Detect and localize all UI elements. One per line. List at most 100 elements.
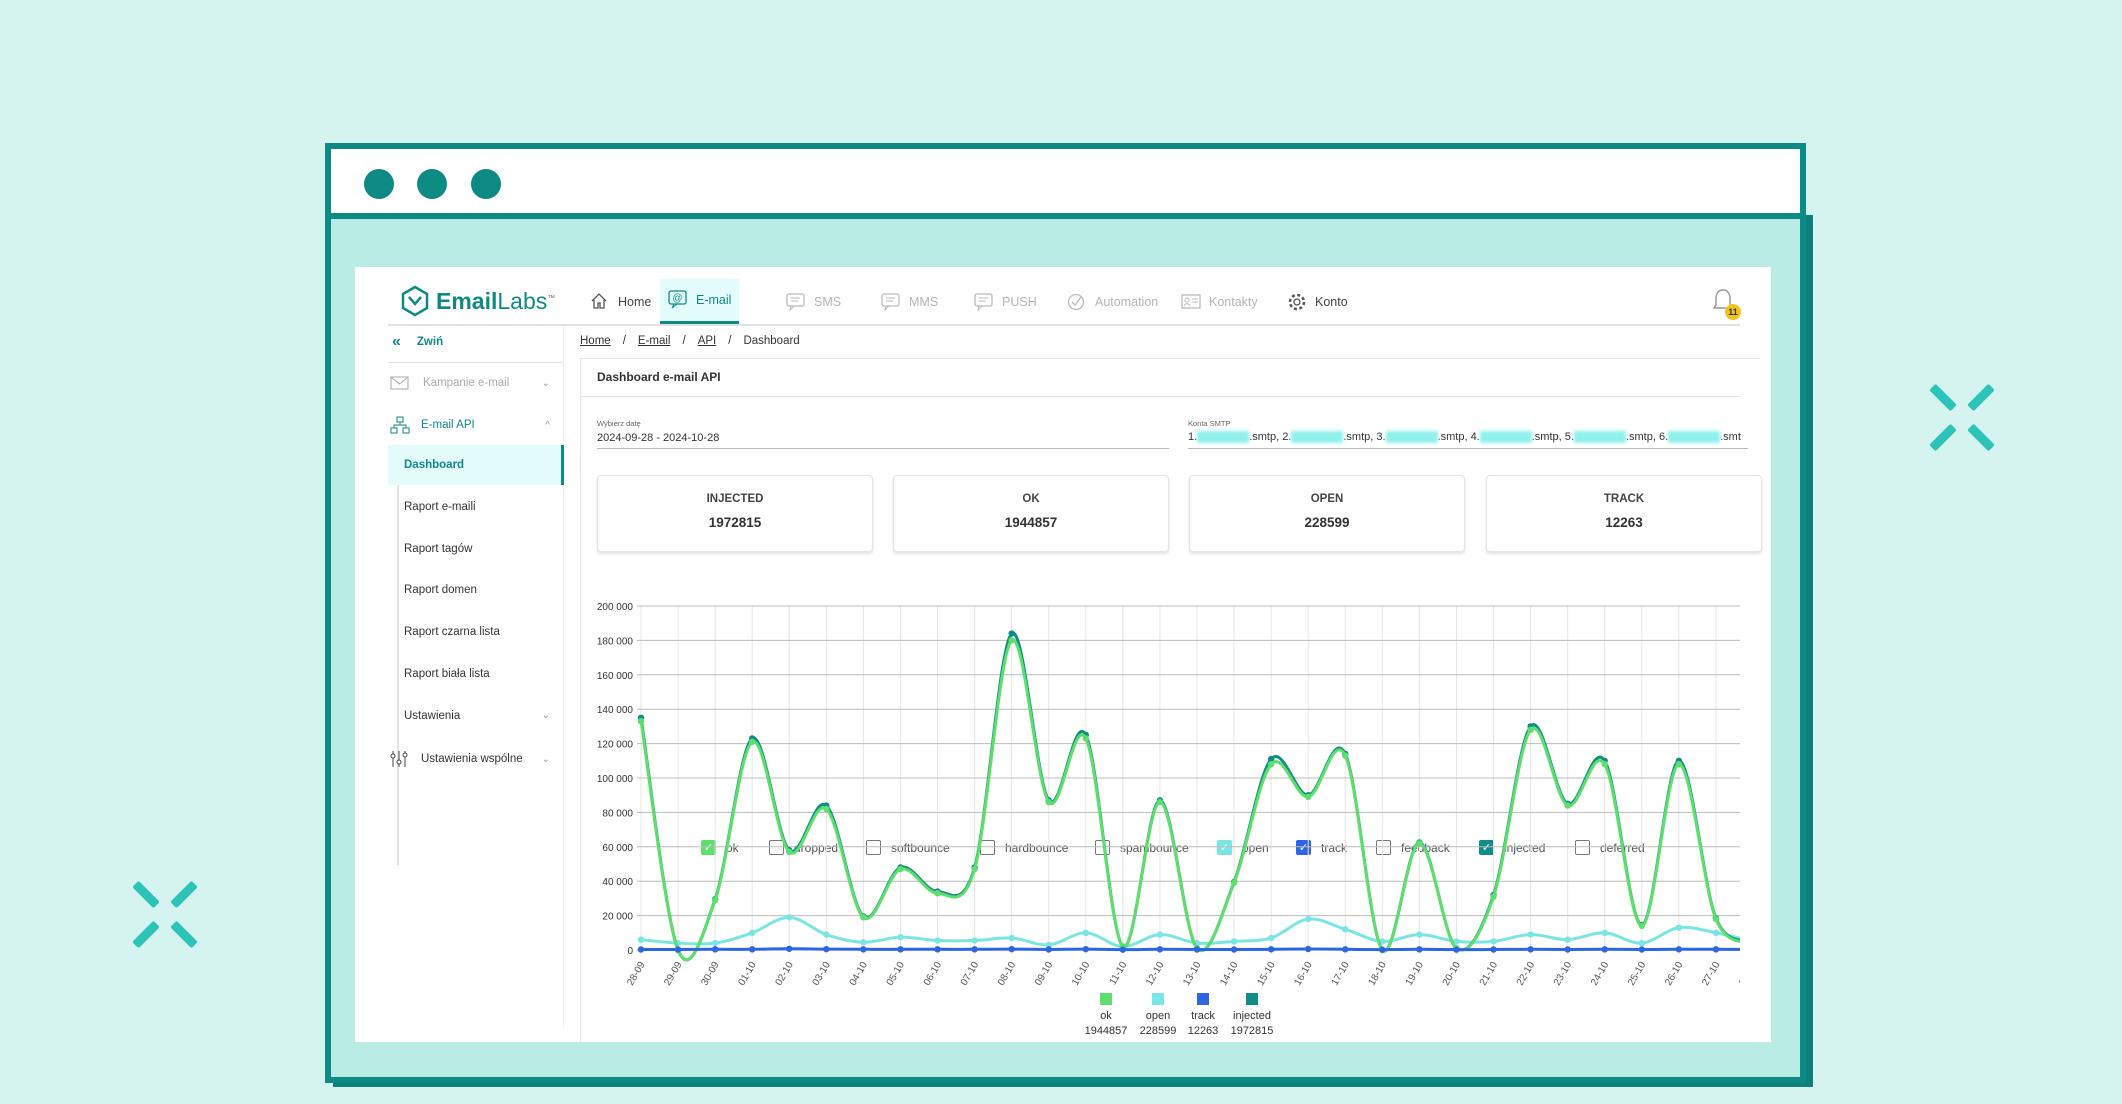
data-point-ok: [1638, 922, 1646, 930]
data-point-track: [1156, 946, 1164, 953]
legend-total-open: 228599: [1140, 1025, 1177, 1037]
notifications-button[interactable]: 11: [1711, 287, 1741, 320]
sidebar-subitem-label: Raport biała lista: [404, 668, 490, 680]
logo-text: Email: [436, 287, 498, 314]
sidebar-item-email-api[interactable]: E-mail API ^: [390, 416, 550, 434]
x-tick-label: 26-10: [1663, 960, 1686, 988]
nav-tab-home[interactable]: Home: [582, 279, 659, 324]
data-point-ok: [1156, 798, 1164, 806]
redacted-smtp-name: [1479, 431, 1532, 444]
x-tick-label: 15-10: [1255, 960, 1278, 988]
smtp-accounts-select[interactable]: Konta SMTP 1. .smtp, 2. .smtp, 3. .smtp, 4.…: [1188, 419, 1748, 449]
breadcrumb-email[interactable]: E-mail: [638, 335, 671, 347]
data-point-track: [1712, 946, 1720, 953]
logo[interactable]: EmailLabs™: [400, 285, 555, 317]
data-point-ok: [1490, 893, 1497, 900]
nav-tab-label: SMS: [814, 294, 842, 309]
x-tick-label: 25-10: [1626, 960, 1649, 988]
smtp-text: .smtp, 2.: [1249, 431, 1292, 443]
data-point-ok: [823, 805, 830, 813]
data-point-open: [934, 937, 941, 944]
data-point-track: [897, 946, 904, 953]
window-dot[interactable]: [417, 169, 447, 199]
date-label: Wybierz datę: [597, 419, 641, 428]
sidebar-subitem-label: Raport czarna lista: [404, 626, 500, 639]
decorative-cross-icon: [1928, 383, 1998, 453]
sidebar-subitem-raport-domen[interactable]: Raport domen: [388, 570, 564, 610]
data-point-open: [1267, 934, 1275, 942]
data-point-track: [860, 946, 867, 953]
breadcrumb-home[interactable]: Home: [580, 335, 611, 347]
nav-tab-label: Home: [618, 294, 652, 309]
card-title-divider: [580, 396, 1740, 397]
stat-label: INJECTED: [706, 493, 764, 505]
redacted-smtp-name: [1197, 431, 1250, 444]
nav-tab-email[interactable]: @ E-mail: [660, 279, 740, 324]
data-point-ok: [934, 890, 941, 897]
y-tick-label: 160 000: [597, 671, 634, 682]
contact-card-icon: [1181, 293, 1201, 309]
y-tick-label: 20 000: [602, 912, 633, 923]
data-point-track: [1305, 945, 1312, 953]
nav-tab-mms[interactable]: MMS: [873, 279, 946, 324]
nav-tab-kontakty[interactable]: Kontakty: [1173, 279, 1266, 324]
nav-tab-automation[interactable]: Automation: [1059, 279, 1166, 324]
data-point-track: [1193, 946, 1201, 953]
x-tick-label: 01-10: [736, 960, 759, 988]
check-circle-icon: [1067, 293, 1085, 310]
sidebar-item-ustawienia-wspolne[interactable]: Ustawienia wspólne ⌄: [390, 750, 550, 768]
data-point-track: [934, 946, 941, 953]
data-point-open: [971, 937, 978, 944]
sidebar-subitem-dashboard[interactable]: Dashboard: [388, 445, 564, 485]
smtp-text: .smtp, 5.: [1531, 431, 1574, 443]
logo-icon: [401, 285, 429, 317]
data-point-open: [1601, 929, 1608, 936]
window-dot[interactable]: [364, 169, 394, 199]
sidebar-subitem-raport-czarna-lista[interactable]: Raport czarna lista: [388, 612, 564, 652]
data-point-open: [1712, 929, 1720, 936]
sidebar-subitem-raport-tag-w[interactable]: Raport tagów: [388, 529, 564, 569]
sidebar-subitem-raport-bia-a-lista[interactable]: Raport biała lista: [388, 654, 564, 694]
sliders-icon: [390, 751, 408, 767]
x-tick-label: 21-10: [1478, 960, 1501, 988]
sidebar-subitem-label: Raport tagów: [404, 542, 473, 555]
nav-tab-label: Automation: [1095, 294, 1159, 309]
x-tick-label: 22-10: [1515, 960, 1538, 988]
legend-total-ok: 1944857: [1085, 1025, 1128, 1037]
nav-tab-push[interactable]: PUSH: [966, 279, 1045, 324]
smtp-text: .smt: [1720, 431, 1741, 443]
x-tick-label: 11-10: [1108, 960, 1130, 987]
data-point-open: [1305, 915, 1312, 923]
data-point-ok: [1082, 735, 1089, 742]
nav-tab-label: Konto: [1315, 294, 1348, 309]
svg-text:@: @: [672, 293, 682, 304]
nav-tab-sms[interactable]: SMS: [778, 279, 849, 324]
data-point-ok: [1045, 798, 1052, 806]
data-point-open: [1230, 938, 1238, 945]
date-picker-input[interactable]: Wybierz datę 2024-09-28 - 2024-10-28: [597, 419, 1169, 449]
legend-swatch-open: [1152, 993, 1164, 1005]
network-icon: [390, 416, 410, 434]
x-tick-label: 28-10: [1737, 960, 1740, 988]
sidebar-collapse-button[interactable]: « Zwiń: [392, 333, 443, 351]
data-point-ok: [1008, 637, 1015, 644]
sidebar-subitem-raport-e-maili[interactable]: Raport e-maili: [388, 487, 564, 527]
legend-total-track: 12263: [1188, 1025, 1219, 1037]
email-at-icon: @: [668, 290, 687, 309]
sidebar-item-kampanie[interactable]: Kampanie e-mail ⌄: [390, 375, 550, 391]
breadcrumb-api[interactable]: API: [698, 335, 717, 347]
redacted-smtp-name: [1385, 431, 1438, 444]
x-tick-label: 18-10: [1367, 960, 1390, 988]
chevron-down-icon: ⌄: [541, 377, 550, 389]
stat-label: OK: [1022, 493, 1040, 505]
x-tick-label: 27-10: [1700, 960, 1723, 988]
data-point-ok: [749, 738, 756, 746]
y-tick-label: 80 000: [602, 808, 633, 819]
sidebar-item-label: Kampanie e-mail: [423, 377, 510, 389]
window-dot[interactable]: [471, 169, 501, 199]
decorative-cross-icon: [131, 880, 201, 950]
legend-label-track: track: [1191, 1010, 1215, 1022]
sidebar-subitem-ustawienia[interactable]: Ustawienia ⌄: [388, 696, 564, 736]
nav-tab-konto[interactable]: Konto: [1279, 279, 1356, 324]
x-tick-label: 16-10: [1292, 960, 1315, 988]
